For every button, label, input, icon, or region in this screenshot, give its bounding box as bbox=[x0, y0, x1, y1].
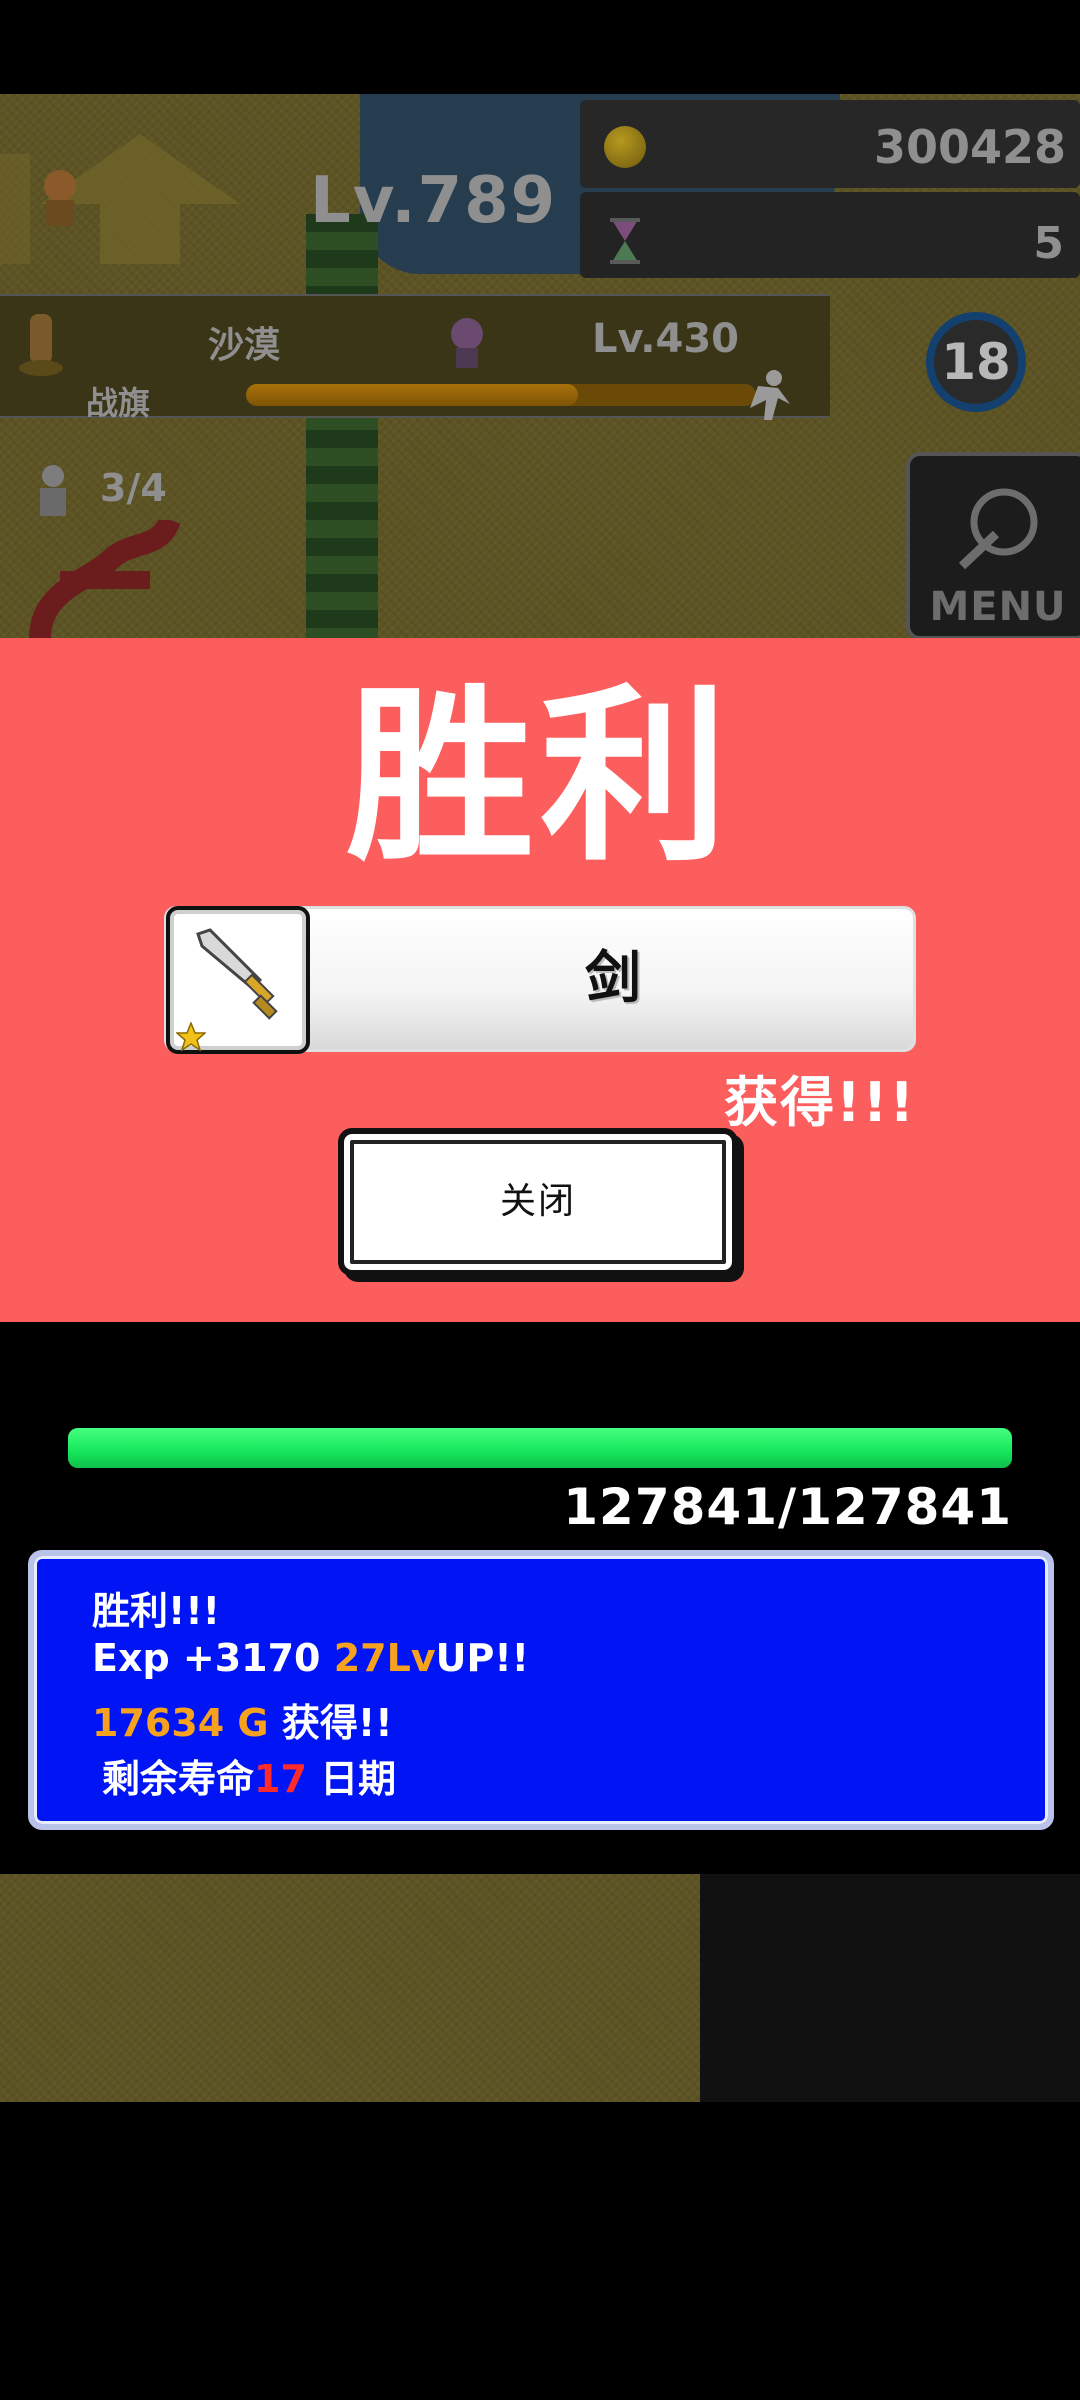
enemy-level: Lv.430 bbox=[592, 316, 739, 362]
log-gold-amount: 17634 G bbox=[92, 1701, 282, 1745]
star-icon bbox=[176, 1022, 206, 1052]
player-avatar[interactable] bbox=[30, 164, 90, 234]
hp-bar bbox=[68, 1428, 1012, 1468]
coin-icon bbox=[604, 126, 646, 168]
stage-name: 沙漠 bbox=[208, 325, 281, 366]
gold-amount: 300428 bbox=[873, 120, 1066, 174]
menu-icon bbox=[958, 488, 1038, 570]
close-button[interactable]: 关闭 bbox=[338, 1128, 738, 1276]
log-gold-obtained: 获得!! bbox=[281, 1701, 393, 1745]
stage-progress-fill bbox=[246, 384, 578, 406]
round-badge[interactable]: 18 bbox=[926, 312, 1026, 412]
victory-title: 胜利 bbox=[346, 668, 734, 887]
red-emblem bbox=[29, 520, 181, 638]
item-name: 剑 bbox=[585, 946, 641, 1011]
log-exp-text: Exp +3170 bbox=[92, 1636, 334, 1680]
log-levels-gained: 27Lv bbox=[333, 1636, 436, 1680]
player-level: Lv.789 bbox=[310, 164, 558, 238]
hourglass-count: 5 bbox=[1033, 218, 1064, 269]
hp-bar-fill bbox=[68, 1428, 1012, 1468]
enemy-icon bbox=[451, 318, 483, 368]
log-line-exp: Exp +3170 27LvUP!! bbox=[92, 1636, 529, 1680]
log-line-lifespan: 剩余寿命17 日期 bbox=[102, 1748, 396, 1803]
party-icon bbox=[40, 465, 66, 516]
log-levelup-text: UP!! bbox=[435, 1636, 529, 1680]
close-button-label: 关闭 bbox=[499, 1181, 576, 1222]
shadow-area bbox=[700, 1874, 1080, 2102]
menu-label: MENU bbox=[929, 584, 1067, 630]
runner-icon bbox=[750, 370, 790, 420]
flag-icon bbox=[19, 314, 63, 376]
desert-lower bbox=[0, 1874, 700, 2102]
log-lifespan-unit: 日期 bbox=[306, 1757, 397, 1801]
obtained-label: 获得!!! bbox=[724, 1071, 916, 1134]
log-line-gold: 17634 G 获得!! bbox=[92, 1692, 393, 1747]
hp-text: 127841/127841 bbox=[563, 1478, 1012, 1536]
hourglass-panel bbox=[580, 192, 1080, 278]
log-victory-text: 胜利!!! bbox=[92, 1589, 220, 1633]
menu-button[interactable]: MENU bbox=[906, 452, 1080, 640]
victory-modal: 胜利 剑 获得!!! 关闭 bbox=[0, 638, 1080, 1322]
stage-progress-bar bbox=[246, 384, 756, 406]
log-lifespan-days: 17 bbox=[254, 1757, 307, 1801]
sword-icon bbox=[196, 928, 278, 1020]
hourglass-icon bbox=[610, 218, 640, 264]
log-lifespan-label: 剩余寿命 bbox=[102, 1757, 255, 1801]
party-count: 3/4 bbox=[100, 466, 167, 510]
log-line-victory: 胜利!!! bbox=[92, 1580, 220, 1635]
flag-label: 战旗 bbox=[86, 384, 151, 422]
item-icon-frame[interactable] bbox=[166, 906, 310, 1054]
